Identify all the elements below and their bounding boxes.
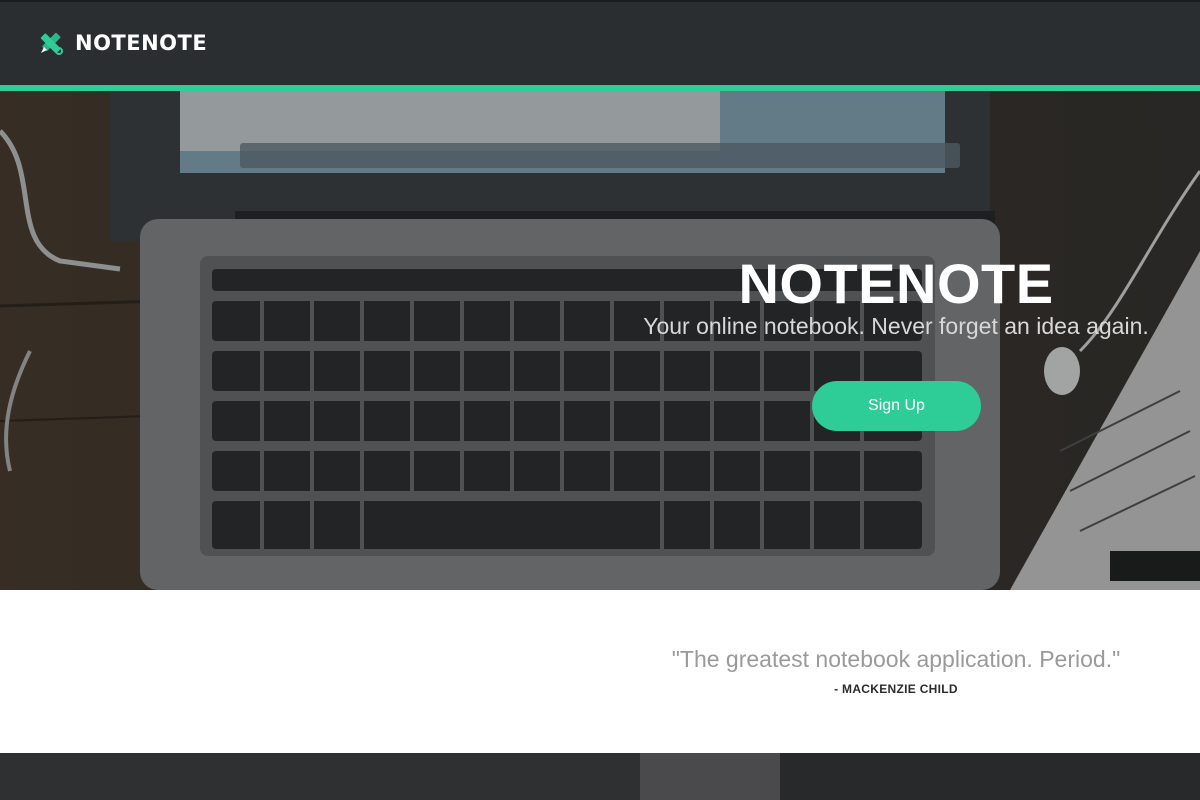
site-header: NOTENOTE bbox=[0, 0, 1200, 86]
next-section-banner bbox=[0, 753, 1200, 800]
testimonial-author: - MACKENZIE CHILD bbox=[834, 682, 958, 696]
testimonial-quote: "The greatest notebook application. Peri… bbox=[671, 646, 1121, 672]
pencil-ruler-icon bbox=[40, 32, 63, 55]
background-image bbox=[0, 753, 1200, 800]
hero-section: NOTENOTE Your online notebook. Never for… bbox=[0, 91, 1200, 590]
brand-logo[interactable]: NOTENOTE bbox=[38, 30, 207, 56]
brand-name: NOTENOTE bbox=[75, 31, 208, 55]
testimonial-section: "The greatest notebook application. Peri… bbox=[0, 590, 1200, 753]
hero-title: NOTENOTE bbox=[738, 252, 1054, 315]
hero-dim-overlay bbox=[0, 91, 1200, 590]
hero-subtitle: Your online notebook. Never forget an id… bbox=[643, 313, 1149, 339]
sign-up-button[interactable]: Sign Up bbox=[812, 381, 981, 431]
